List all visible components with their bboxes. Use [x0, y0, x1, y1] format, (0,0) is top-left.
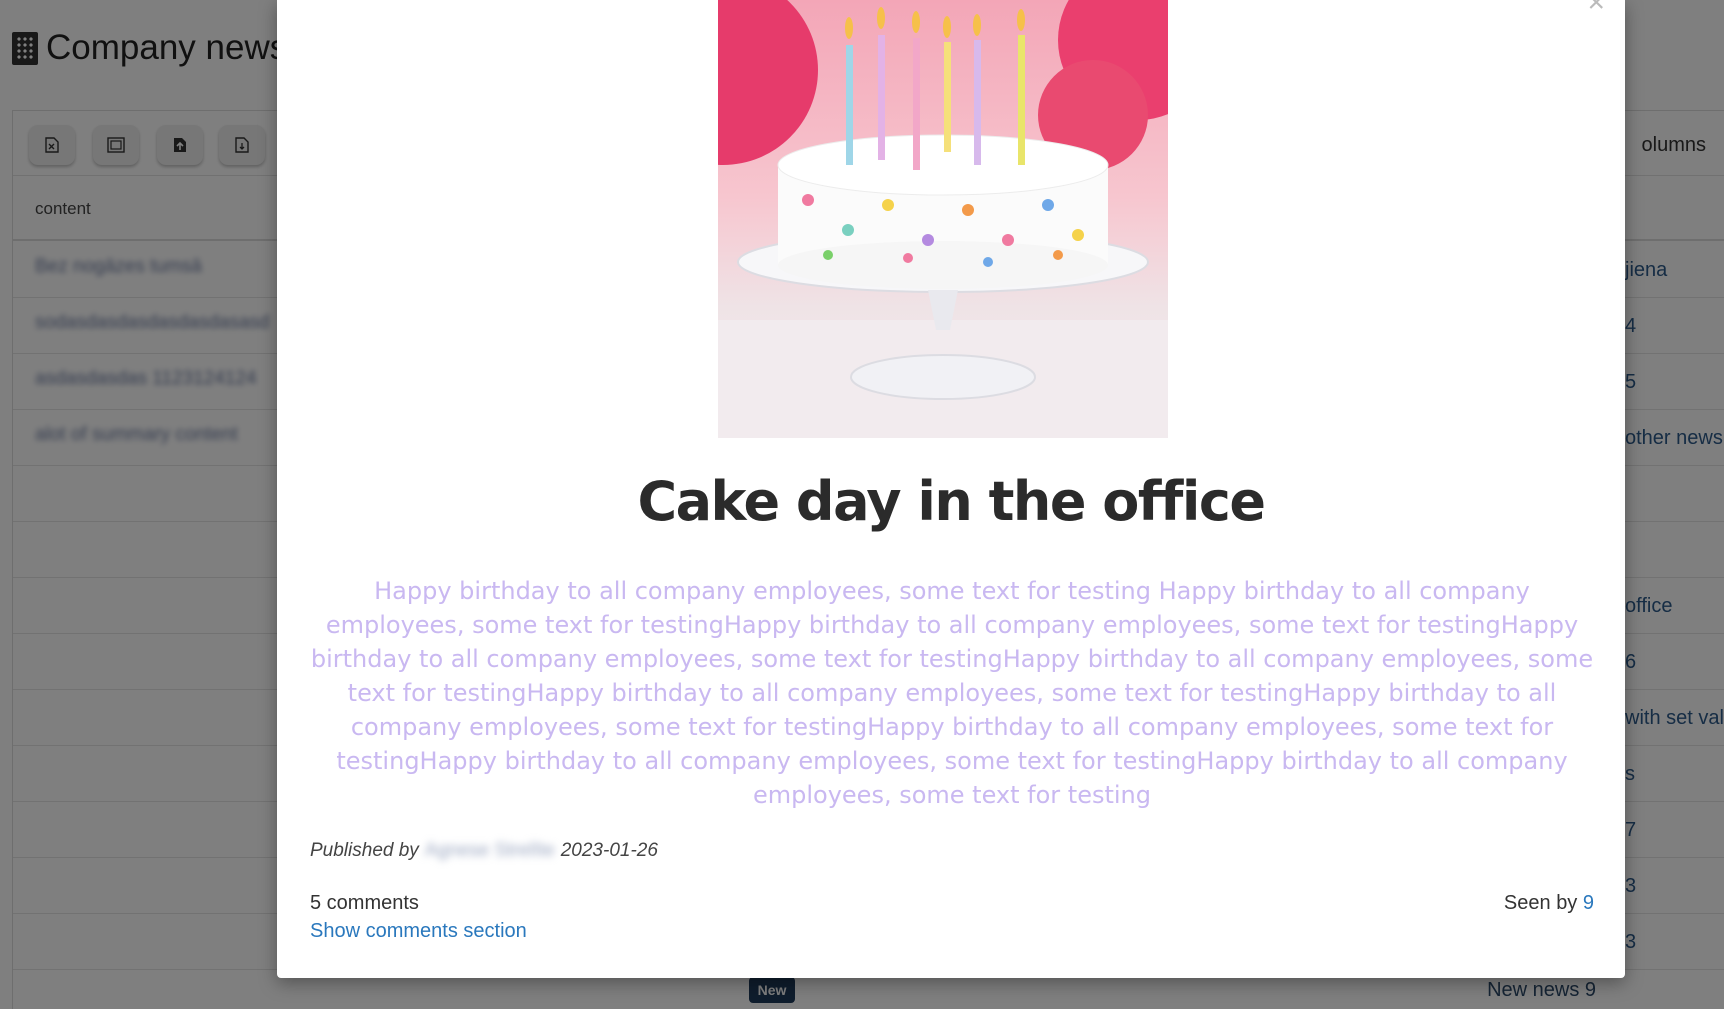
author-name: Agnese Strelīte [424, 840, 555, 861]
cake-image-illustration [718, 0, 1168, 438]
comments-count: 5 comments [310, 892, 419, 914]
published-date: 2023-01-26 [560, 840, 658, 861]
news-modal: × Cake day in the office Happy birthday … [277, 0, 1625, 978]
seen-by-label: Seen by [1503, 892, 1578, 914]
show-comments-link[interactable]: Show comments section [310, 920, 527, 943]
news-body: Happy birthday to all company employees,… [310, 577, 1594, 809]
published-label: Published by [310, 840, 419, 861]
news-title: Cake day in the office [637, 470, 1266, 533]
published-info: Published by Agnese Strelīte 2023-01-26 [310, 840, 658, 862]
news-image [718, 0, 1168, 438]
seen-by: Seen by 9 [1504, 892, 1594, 915]
seen-by-count-link[interactable]: 9 [1583, 892, 1594, 914]
close-icon[interactable]: × [1587, 0, 1605, 18]
